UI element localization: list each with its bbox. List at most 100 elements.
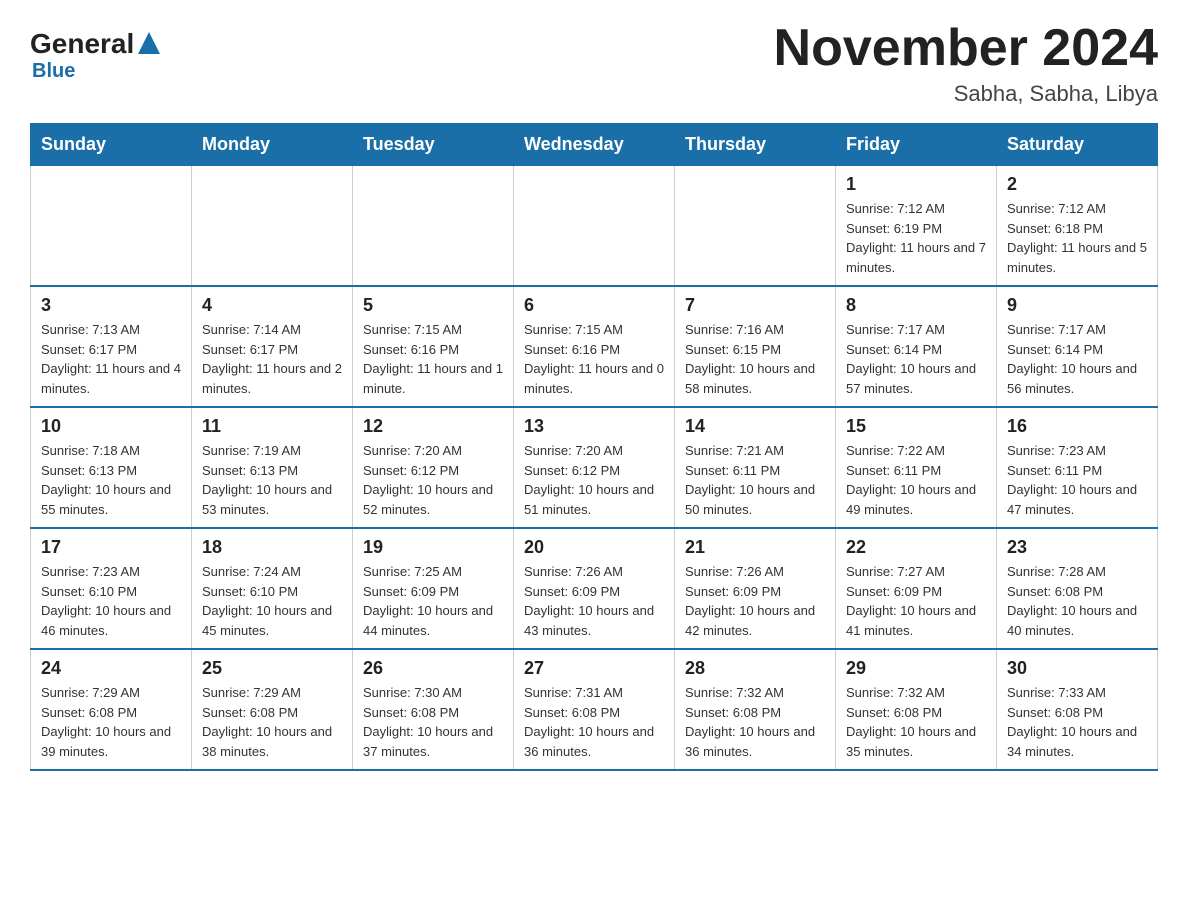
page-subtitle: Sabha, Sabha, Libya	[774, 81, 1158, 107]
day-number: 30	[1007, 658, 1147, 679]
day-info: Sunrise: 7:29 AMSunset: 6:08 PMDaylight:…	[41, 683, 181, 761]
day-info: Sunrise: 7:32 AMSunset: 6:08 PMDaylight:…	[685, 683, 825, 761]
day-number: 18	[202, 537, 342, 558]
day-info: Sunrise: 7:21 AMSunset: 6:11 PMDaylight:…	[685, 441, 825, 519]
day-info: Sunrise: 7:15 AMSunset: 6:16 PMDaylight:…	[524, 320, 664, 398]
logo-blue-text: Blue	[32, 60, 75, 82]
table-row: 20 Sunrise: 7:26 AMSunset: 6:09 PMDayligh…	[514, 528, 675, 649]
day-info: Sunrise: 7:29 AMSunset: 6:08 PMDaylight:…	[202, 683, 342, 761]
day-info: Sunrise: 7:12 AMSunset: 6:19 PMDaylight:…	[846, 199, 986, 277]
day-info: Sunrise: 7:16 AMSunset: 6:15 PMDaylight:…	[685, 320, 825, 398]
day-info: Sunrise: 7:17 AMSunset: 6:14 PMDaylight:…	[846, 320, 986, 398]
day-info: Sunrise: 7:23 AMSunset: 6:10 PMDaylight:…	[41, 562, 181, 640]
day-number: 14	[685, 416, 825, 437]
table-row: 23 Sunrise: 7:28 AMSunset: 6:08 PMDayligh…	[997, 528, 1158, 649]
table-row: 6Sunrise: 7:15 AMSunset: 6:16 PMDaylight…	[514, 286, 675, 407]
table-row: 2 Sunrise: 7:12 AMSunset: 6:18 PMDaylight…	[997, 166, 1158, 287]
day-info: Sunrise: 7:26 AMSunset: 6:09 PMDaylight:…	[685, 562, 825, 640]
page-title: November 2024	[774, 20, 1158, 77]
day-info: Sunrise: 7:27 AMSunset: 6:09 PMDaylight:…	[846, 562, 986, 640]
table-row	[192, 166, 353, 287]
day-info: Sunrise: 7:18 AMSunset: 6:13 PMDaylight:…	[41, 441, 181, 519]
table-row: 12 Sunrise: 7:20 AMSunset: 6:12 PMDayligh…	[353, 407, 514, 528]
day-info: Sunrise: 7:13 AMSunset: 6:17 PMDaylight:…	[41, 320, 181, 398]
day-number: 23	[1007, 537, 1147, 558]
day-info: Sunrise: 7:23 AMSunset: 6:11 PMDaylight:…	[1007, 441, 1147, 519]
day-number: 29	[846, 658, 986, 679]
table-row	[675, 166, 836, 287]
header-tuesday: Tuesday	[353, 124, 514, 166]
day-info: Sunrise: 7:30 AMSunset: 6:08 PMDaylight:…	[363, 683, 503, 761]
logo: General Blue	[30, 28, 160, 83]
day-info: Sunrise: 7:31 AMSunset: 6:08 PMDaylight:…	[524, 683, 664, 761]
table-row: 27 Sunrise: 7:31 AMSunset: 6:08 PMDayligh…	[514, 649, 675, 770]
day-info: Sunrise: 7:28 AMSunset: 6:08 PMDaylight:…	[1007, 562, 1147, 640]
calendar-week-row: 24 Sunrise: 7:29 AMSunset: 6:08 PMDayligh…	[31, 649, 1158, 770]
day-number: 24	[41, 658, 181, 679]
day-info: Sunrise: 7:24 AMSunset: 6:10 PMDaylight:…	[202, 562, 342, 640]
table-row: 17 Sunrise: 7:23 AMSunset: 6:10 PMDayligh…	[31, 528, 192, 649]
table-row: 26 Sunrise: 7:30 AMSunset: 6:08 PMDayligh…	[353, 649, 514, 770]
table-row: 5 Sunrise: 7:15 AMSunset: 6:16 PMDaylight…	[353, 286, 514, 407]
table-row	[353, 166, 514, 287]
day-number: 3	[41, 295, 181, 316]
day-info: Sunrise: 7:20 AMSunset: 6:12 PMDaylight:…	[363, 441, 503, 519]
day-number: 27	[524, 658, 664, 679]
table-row: 19 Sunrise: 7:25 AMSunset: 6:09 PMDayligh…	[353, 528, 514, 649]
table-row: 7Sunrise: 7:16 AMSunset: 6:15 PMDaylight…	[675, 286, 836, 407]
day-info: Sunrise: 7:12 AMSunset: 6:18 PMDaylight:…	[1007, 199, 1147, 277]
day-info: Sunrise: 7:15 AMSunset: 6:16 PMDaylight:…	[363, 320, 503, 398]
table-row: 21 Sunrise: 7:26 AMSunset: 6:09 PMDayligh…	[675, 528, 836, 649]
table-row: 9Sunrise: 7:17 AMSunset: 6:14 PMDaylight…	[997, 286, 1158, 407]
table-row: 15Sunrise: 7:22 AMSunset: 6:11 PMDayligh…	[836, 407, 997, 528]
table-row: 25 Sunrise: 7:29 AMSunset: 6:08 PMDayligh…	[192, 649, 353, 770]
day-number: 26	[363, 658, 503, 679]
logo-flag-icon	[138, 32, 160, 54]
day-number: 19	[363, 537, 503, 558]
day-info: Sunrise: 7:26 AMSunset: 6:09 PMDaylight:…	[524, 562, 664, 640]
logo-general-text: General	[30, 28, 134, 60]
day-info: Sunrise: 7:20 AMSunset: 6:12 PMDaylight:…	[524, 441, 664, 519]
table-row: 13 Sunrise: 7:20 AMSunset: 6:12 PMDayligh…	[514, 407, 675, 528]
table-row: 16 Sunrise: 7:23 AMSunset: 6:11 PMDayligh…	[997, 407, 1158, 528]
day-number: 2	[1007, 174, 1147, 195]
table-row: 14 Sunrise: 7:21 AMSunset: 6:11 PMDayligh…	[675, 407, 836, 528]
page-header: General Blue November 2024 Sabha, Sabha,…	[30, 20, 1158, 107]
day-number: 28	[685, 658, 825, 679]
day-number: 15	[846, 416, 986, 437]
table-row: 11 Sunrise: 7:19 AMSunset: 6:13 PMDayligh…	[192, 407, 353, 528]
day-number: 10	[41, 416, 181, 437]
table-row: 30 Sunrise: 7:33 AMSunset: 6:08 PMDayligh…	[997, 649, 1158, 770]
weekday-header-row: Sunday Monday Tuesday Wednesday Thursday…	[31, 124, 1158, 166]
table-row: 4Sunrise: 7:14 AMSunset: 6:17 PMDaylight…	[192, 286, 353, 407]
day-number: 16	[1007, 416, 1147, 437]
table-row: 22Sunrise: 7:27 AMSunset: 6:09 PMDayligh…	[836, 528, 997, 649]
day-number: 13	[524, 416, 664, 437]
calendar-week-row: 17 Sunrise: 7:23 AMSunset: 6:10 PMDayligh…	[31, 528, 1158, 649]
day-number: 12	[363, 416, 503, 437]
table-row: 29Sunrise: 7:32 AMSunset: 6:08 PMDayligh…	[836, 649, 997, 770]
table-row	[31, 166, 192, 287]
day-info: Sunrise: 7:33 AMSunset: 6:08 PMDaylight:…	[1007, 683, 1147, 761]
calendar-week-row: 3 Sunrise: 7:13 AMSunset: 6:17 PMDaylight…	[31, 286, 1158, 407]
day-number: 20	[524, 537, 664, 558]
table-row: 1 Sunrise: 7:12 AMSunset: 6:19 PMDaylight…	[836, 166, 997, 287]
day-number: 5	[363, 295, 503, 316]
calendar-week-row: 10 Sunrise: 7:18 AMSunset: 6:13 PMDayligh…	[31, 407, 1158, 528]
header-saturday: Saturday	[997, 124, 1158, 166]
day-number: 17	[41, 537, 181, 558]
table-row: 28 Sunrise: 7:32 AMSunset: 6:08 PMDayligh…	[675, 649, 836, 770]
table-row: 8Sunrise: 7:17 AMSunset: 6:14 PMDaylight…	[836, 286, 997, 407]
day-number: 11	[202, 416, 342, 437]
day-number: 25	[202, 658, 342, 679]
table-row: 3 Sunrise: 7:13 AMSunset: 6:17 PMDaylight…	[31, 286, 192, 407]
day-number: 1	[846, 174, 986, 195]
header-friday: Friday	[836, 124, 997, 166]
header-monday: Monday	[192, 124, 353, 166]
day-info: Sunrise: 7:19 AMSunset: 6:13 PMDaylight:…	[202, 441, 342, 519]
day-number: 21	[685, 537, 825, 558]
day-number: 9	[1007, 295, 1147, 316]
day-info: Sunrise: 7:25 AMSunset: 6:09 PMDaylight:…	[363, 562, 503, 640]
table-row: 18 Sunrise: 7:24 AMSunset: 6:10 PMDayligh…	[192, 528, 353, 649]
header-sunday: Sunday	[31, 124, 192, 166]
